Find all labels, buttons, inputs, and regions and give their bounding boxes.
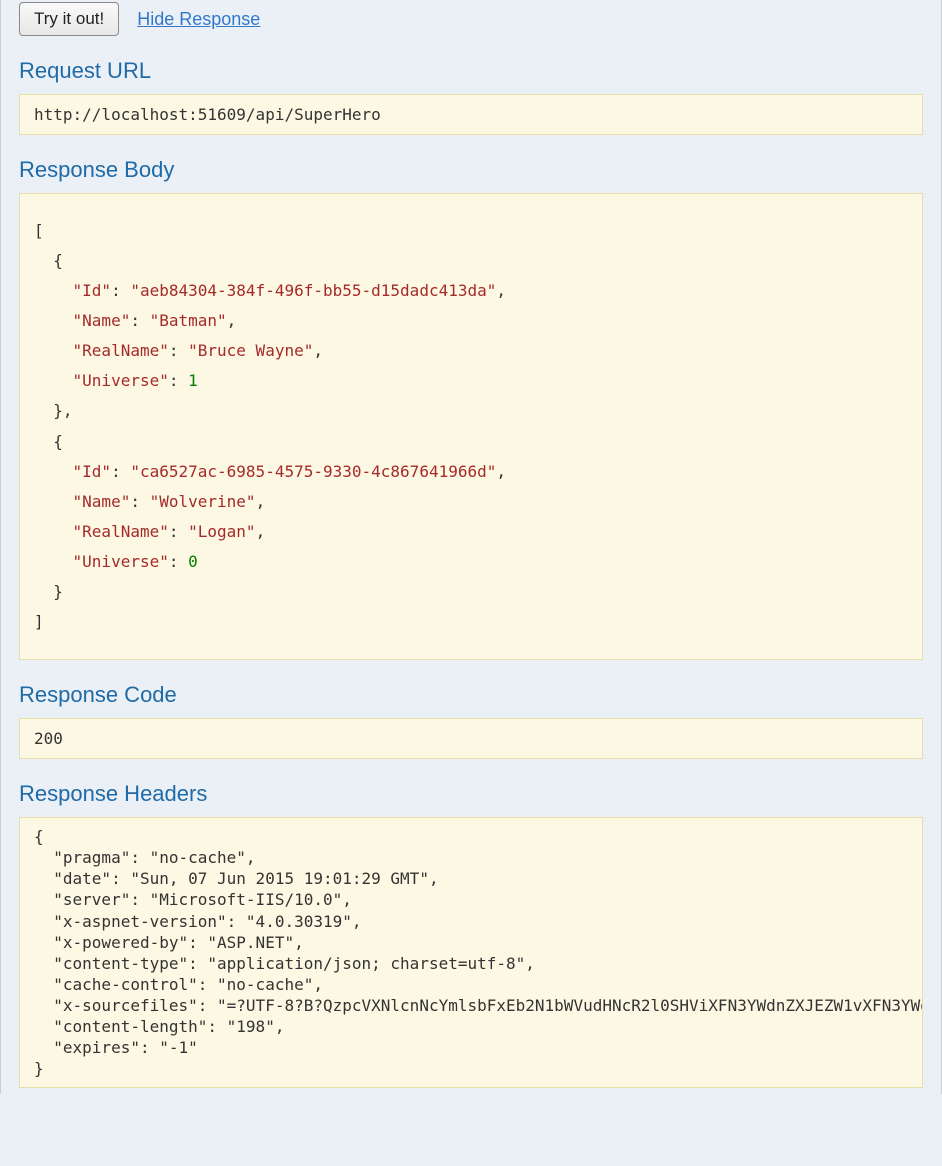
response-headers-heading: Response Headers: [19, 781, 923, 807]
request-url-heading: Request URL: [19, 58, 923, 84]
response-body-value: [ { "Id": "aeb84304-384f-496f-bb55-d15da…: [19, 193, 923, 660]
response-body-heading: Response Body: [19, 157, 923, 183]
response-code-value: 200: [19, 718, 923, 759]
try-it-out-button[interactable]: Try it out!: [19, 2, 119, 36]
response-headers-value: { "pragma": "no-cache", "date": "Sun, 07…: [19, 817, 923, 1088]
request-url-value: http://localhost:51609/api/SuperHero: [19, 94, 923, 135]
toolbar: Try it out! Hide Response: [19, 0, 923, 36]
hide-response-link[interactable]: Hide Response: [137, 9, 260, 30]
response-code-heading: Response Code: [19, 682, 923, 708]
